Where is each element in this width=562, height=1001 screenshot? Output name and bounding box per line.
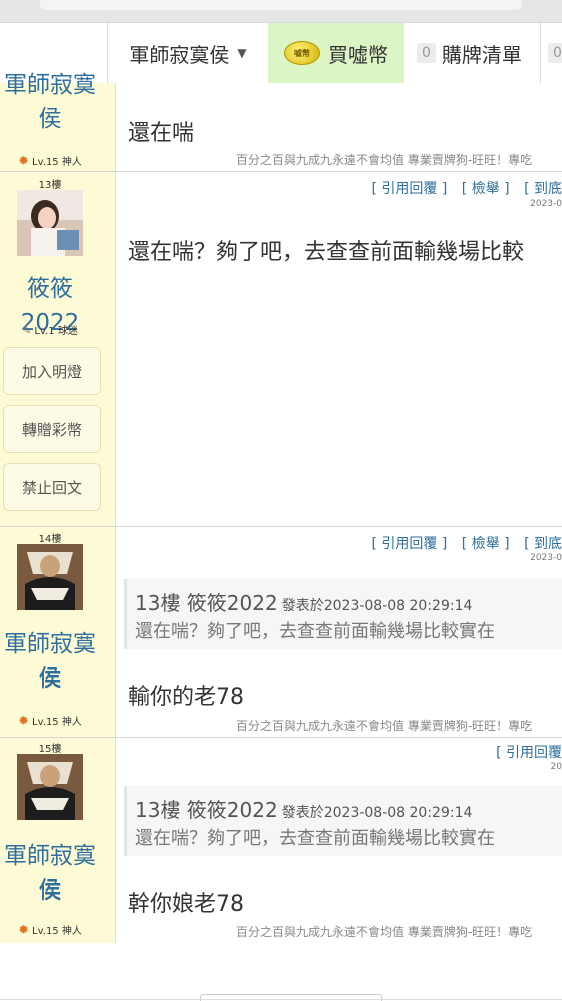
post-13: 13樓 筱筱2022 ✎ Lv.1 球迷 加入明燈 轉贈彩幣 禁止回文 [ 引用回… [0, 172, 562, 527]
add-beacon-button[interactable]: 加入明燈 [3, 347, 101, 395]
post-body: 還在喘？夠了吧，去查查前面輸幾場比較 [128, 240, 525, 265]
bottom-bar [0, 943, 562, 1001]
author-name-link-wrap: 侯 [38, 666, 62, 692]
sun-icon: ✹ [18, 923, 30, 938]
post-actions: [ 引用回覆 ] [ 檢舉 ] [ 到底 [362, 178, 562, 198]
caret-down-icon: ▼ [237, 46, 247, 60]
post-body: 幹你娘老78 [128, 892, 244, 917]
cart-label: 購牌清單 [441, 42, 522, 67]
report-link[interactable]: [ 檢舉 ] [462, 181, 510, 197]
quote-block: 13樓 筱筱2022 發表於2023-08-08 20:29:14 還在喘？夠了吧… [124, 786, 562, 856]
cart-count-badge: 0 [417, 43, 436, 63]
post-previous: 軍師寂寞侯 ✹ Lv.15 神人 還在喘 百分之百與九成九永遠不會均值 專業賣牌狗… [0, 72, 562, 172]
extra-count-badge: 0 [548, 43, 562, 63]
browser-top-strip [0, 0, 562, 22]
user-menu-button[interactable]: 軍師寂寞侯 ▼ [108, 23, 268, 83]
quote-reply-link[interactable]: [ 引用回覆 ] [372, 536, 448, 552]
post-sidebar: 14樓 軍師寂寞侯 侯 ✹ Lv.15 神人 [0, 527, 115, 737]
cart-button[interactable]: 0 購牌清單 [417, 23, 522, 83]
avatar[interactable] [17, 544, 83, 610]
user-menu-label: 軍師寂寞侯 [129, 42, 230, 67]
post-signature: 百分之百與九成九永遠不會均值 專業賣牌狗-旺旺！專吃 [236, 925, 533, 939]
quote-reply-link[interactable]: [ 引用回覆 [496, 745, 562, 761]
post-actions: [ 引用回覆 [486, 742, 562, 762]
floor-number: 13樓 [38, 180, 62, 191]
post-timestamp: 2023-0 [530, 199, 562, 209]
post-content: 還在喘 百分之百與九成九永遠不會均值 專業賣牌狗-旺旺！專吃 [115, 83, 562, 171]
nav-divider [540, 23, 541, 83]
post-actions: [ 引用回覆 ] [ 檢舉 ] [ 到底 [362, 533, 562, 553]
to-bottom-link[interactable]: [ 到底 [524, 536, 562, 552]
coin-icon: 噓幣 [284, 41, 320, 65]
extra-nav-item[interactable]: 0 [548, 23, 562, 83]
sun-icon: ✹ [18, 154, 30, 169]
post-body: 輸你的老78 [128, 685, 244, 710]
floor-number: 14樓 [38, 534, 62, 545]
author-level: ✹ Lv.15 神人 [18, 923, 82, 938]
post-sidebar: 軍師寂寞侯 ✹ Lv.15 神人 [0, 72, 115, 171]
post-body: 還在喘 [128, 121, 195, 146]
buy-coins-label: 買噓幣 [328, 42, 388, 67]
avatar[interactable] [17, 754, 83, 820]
ban-reply-button[interactable]: 禁止回文 [3, 463, 101, 511]
post-content: [ 引用回覆 20 13樓 筱筱2022 發表於2023-08-08 20:29:… [115, 738, 562, 943]
post-content: [ 引用回覆 ] [ 檢舉 ] [ 到底 2023-0 13樓 筱筱2022 發表… [115, 527, 562, 737]
avatar[interactable] [17, 190, 83, 256]
quote-body: 還在喘？夠了吧，去查查前面輸幾場比較實在 [135, 828, 495, 849]
author-name-link-wrap: 侯 [38, 878, 62, 904]
post-14: 14樓 軍師寂寞侯 侯 ✹ Lv.15 神人 [ 引用回覆 ] [ 檢舉 ] [ … [0, 527, 562, 738]
post-timestamp: 2023-0 [530, 553, 562, 563]
post-signature: 百分之百與九成九永遠不會均值 專業賣牌狗-旺旺！專吃 [236, 719, 533, 733]
quote-header: 13樓 筱筱2022 發表於2023-08-08 20:29:14 [135, 591, 473, 615]
author-level: ✎ Lv.1 球迷 [22, 324, 78, 337]
report-link[interactable]: [ 檢舉 ] [462, 536, 510, 552]
sun-icon: ✹ [18, 714, 30, 729]
top-pill [40, 0, 522, 10]
floor-number: 15樓 [38, 744, 62, 755]
gift-coins-button[interactable]: 轉贈彩幣 [3, 405, 101, 453]
pencil-icon: ✎ [22, 324, 32, 337]
post-timestamp: 20 [550, 762, 562, 772]
post-sidebar: 15樓 軍師寂寞侯 侯 ✹ Lv.15 神人 [0, 738, 115, 943]
post-sidebar: 13樓 筱筱2022 ✎ Lv.1 球迷 加入明燈 轉贈彩幣 禁止回文 [0, 172, 115, 526]
to-bottom-link[interactable]: [ 到底 [524, 181, 562, 197]
author-level: ✹ Lv.15 神人 [18, 714, 82, 729]
buy-coins-button[interactable]: 噓幣 買噓幣 [268, 23, 404, 83]
author-name-link[interactable]: 軍師寂寞侯 [0, 68, 100, 136]
quote-reply-link[interactable]: [ 引用回覆 ] [372, 181, 448, 197]
quote-block: 13樓 筱筱2022 發表於2023-08-08 20:29:14 還在喘？夠了吧… [124, 579, 562, 649]
quote-header: 13樓 筱筱2022 發表於2023-08-08 20:29:14 [135, 798, 473, 822]
author-level: ✹ Lv.15 神人 [18, 154, 82, 169]
post-15: 15樓 軍師寂寞侯 侯 ✹ Lv.15 神人 [ 引用回覆 20 13樓 筱筱20… [0, 738, 562, 944]
post-content: [ 引用回覆 ] [ 檢舉 ] [ 到底 2023-0 還在喘？夠了吧，去查查前… [115, 172, 562, 526]
quote-body: 還在喘？夠了吧，去查查前面輸幾場比較實在 [135, 621, 495, 642]
post-signature: 百分之百與九成九永遠不會均值 專業賣牌狗-旺旺！專吃 [236, 153, 533, 167]
